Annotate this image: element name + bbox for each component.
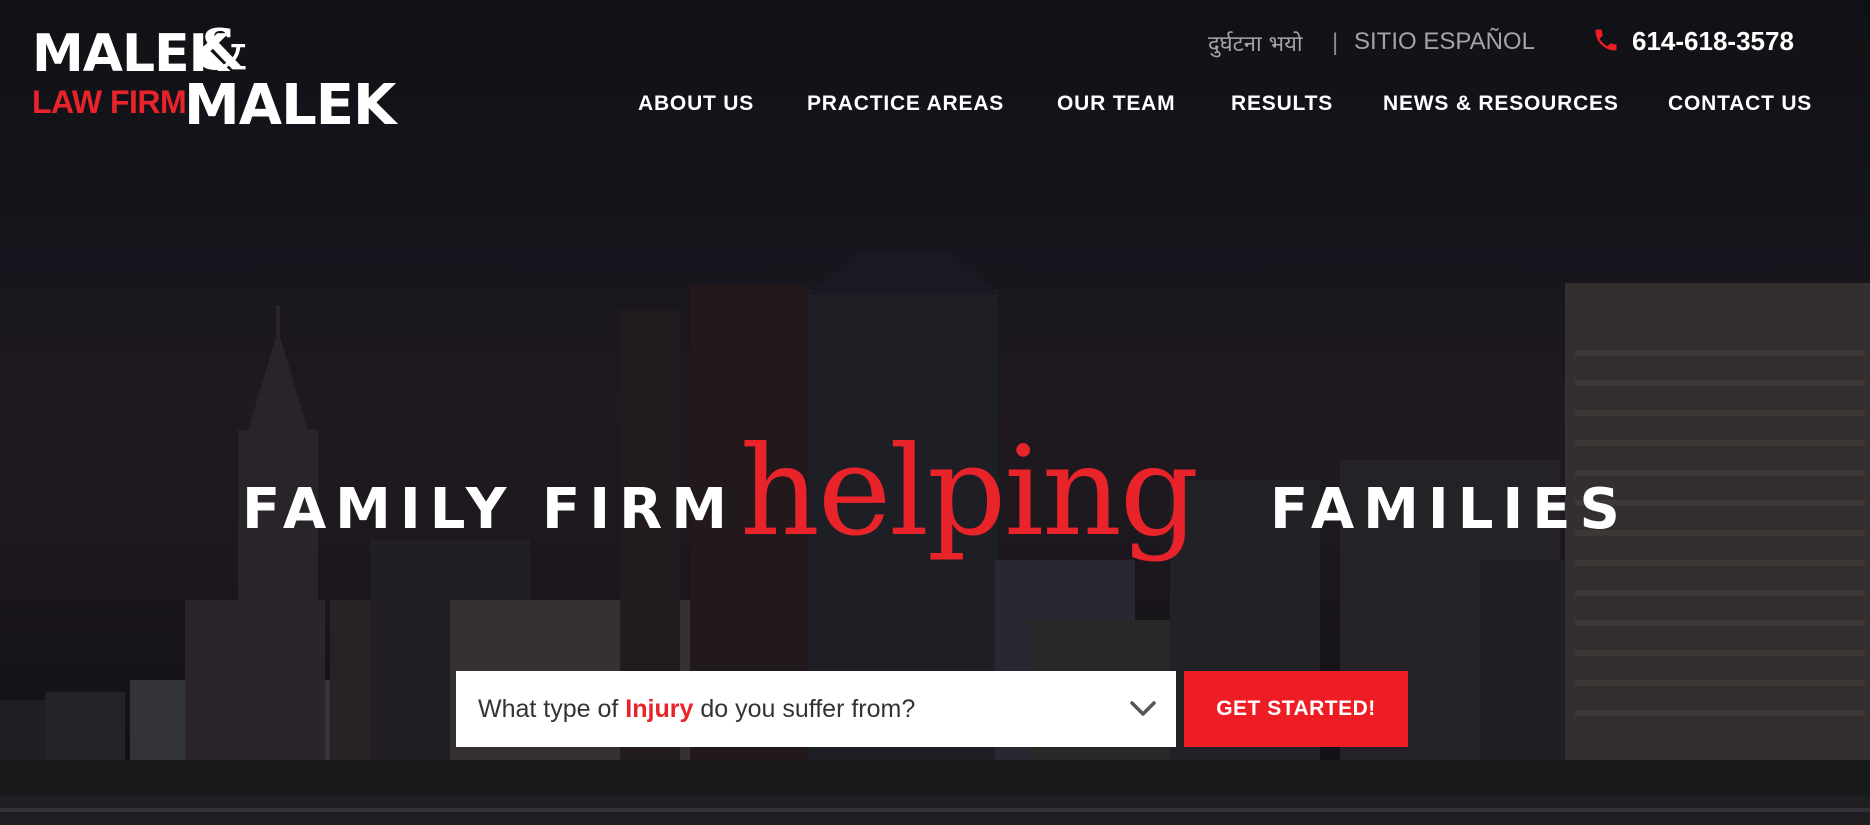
nav-news-resources[interactable]: NEWS & RESOURCES xyxy=(1383,92,1619,116)
nepali-site-link[interactable]: दुर्घटना भयो xyxy=(1208,28,1303,58)
chevron-down-icon xyxy=(1130,701,1156,716)
injury-select-label: What type of Injury do you suffer from? xyxy=(478,695,916,723)
phone-number: 614-618-3578 xyxy=(1632,26,1794,56)
headline-families: FAMILIES xyxy=(1270,477,1629,542)
nav-contact-us[interactable]: CONTACT US xyxy=(1668,92,1812,116)
headline-family: FAMILY xyxy=(242,477,516,542)
headline-helping: helping xyxy=(740,420,1199,564)
nav-about-us[interactable]: ABOUT US xyxy=(638,92,754,116)
phone-icon xyxy=(1595,29,1617,51)
main-nav: ABOUT US PRACTICE AREAS OUR TEAM RESULTS… xyxy=(0,92,1870,122)
headline-firm: FIRM xyxy=(542,477,736,542)
injury-type-select[interactable]: What type of Injury do you suffer from? xyxy=(456,671,1176,747)
spanish-site-link[interactable]: SITIO ESPAÑOL xyxy=(1354,28,1535,56)
hero-headline: FAMILY FIRM helping FAMILIES xyxy=(0,430,1870,570)
nav-results[interactable]: RESULTS xyxy=(1231,92,1333,116)
logo-ampersand: & xyxy=(196,17,247,83)
get-started-button[interactable]: GET STARTED! xyxy=(1184,671,1408,747)
language-separator: | xyxy=(1332,29,1339,56)
nav-practice-areas[interactable]: PRACTICE AREAS xyxy=(807,92,1004,116)
nav-our-team[interactable]: OUR TEAM xyxy=(1057,92,1175,116)
